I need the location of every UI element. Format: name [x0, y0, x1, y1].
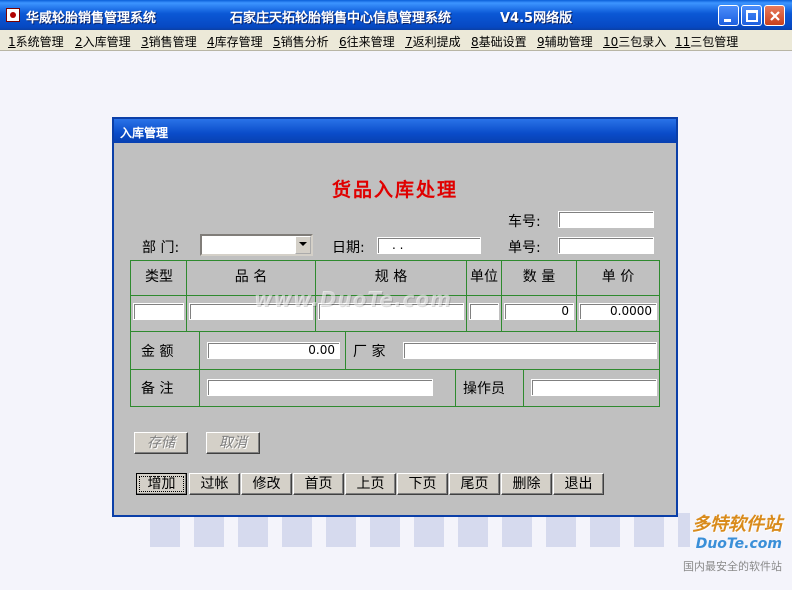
dialog-titlebar[interactable]: 入库管理: [114, 119, 676, 143]
post-button[interactable]: 过帐: [189, 473, 240, 495]
menu-item-rebate[interactable]: 7返利提成: [405, 33, 461, 50]
last-page-button[interactable]: 尾页: [449, 473, 500, 495]
remark-field[interactable]: [207, 379, 433, 396]
delete-button[interactable]: 删除: [501, 473, 552, 495]
prev-page-button[interactable]: 上页: [345, 473, 396, 495]
first-page-button[interactable]: 首页: [293, 473, 344, 495]
dept-label: 部 门:: [142, 240, 180, 256]
item-grid: 类型 品 名 规 格 单位 数 量 单 价 0 0.0000 金 额 0.00 …: [130, 260, 660, 407]
next-page-button[interactable]: 下页: [397, 473, 448, 495]
order-no-label: 单号:: [508, 240, 541, 256]
maker-label: 厂 家: [353, 344, 386, 360]
dept-select[interactable]: [200, 234, 313, 256]
amount-label: 金 额: [141, 344, 174, 360]
save-button[interactable]: 存储: [134, 432, 188, 454]
amount-field[interactable]: 0.00: [207, 342, 340, 359]
chevron-down-icon: [299, 242, 307, 246]
minimize-icon: [724, 19, 731, 22]
operator-field[interactable]: [531, 379, 657, 396]
col-header-qty: 数 量: [522, 269, 556, 285]
menu-item-stock-in[interactable]: 2入库管理: [75, 33, 131, 50]
duote-logo: 多特软件站 DuoTe.com 国内最安全的软件站: [683, 510, 782, 574]
remark-label: 备 注: [141, 381, 174, 397]
minimize-button[interactable]: [718, 5, 739, 26]
col-header-name: 品 名: [234, 269, 268, 285]
app-subtitle: 石家庄天拓轮胎销售中心信息管理系统: [230, 11, 452, 26]
maker-field[interactable]: [403, 342, 657, 359]
car-no-field[interactable]: [558, 211, 654, 228]
col-header-price: 单 价: [601, 269, 635, 285]
cancel-button[interactable]: 取消: [206, 432, 260, 454]
operator-label: 操作员: [463, 381, 505, 397]
type-cell[interactable]: [133, 303, 184, 320]
date-label: 日期:: [332, 240, 365, 256]
price-cell[interactable]: 0.0000: [579, 303, 657, 320]
menu-item-basic-settings[interactable]: 8基础设置: [471, 33, 527, 50]
menu-bar: 1系统管理 2入库管理 3销售管理 4库存管理 5销售分析 6往来管理 7返利提…: [0, 30, 792, 51]
menu-item-system[interactable]: 1系统管理: [8, 33, 64, 50]
edit-button[interactable]: 修改: [241, 473, 292, 495]
stock-in-dialog: 入库管理 货品入库处理 车号: 部 门: 日期: . . 单号: 类型 品 名 …: [112, 117, 678, 517]
menu-item-warranty-mgmt[interactable]: 11三包管理: [675, 33, 738, 50]
menu-item-accounts[interactable]: 6往来管理: [339, 33, 395, 50]
app-icon[interactable]: [6, 8, 20, 22]
exit-button[interactable]: 退出: [553, 473, 604, 495]
logo-slogan: 国内最安全的软件站: [683, 560, 782, 573]
car-no-label: 车号:: [508, 214, 541, 230]
col-header-spec: 规 格: [374, 269, 408, 285]
logo-brand: 多特软件站: [692, 514, 782, 535]
add-button[interactable]: 增加: [136, 473, 187, 495]
close-icon: [770, 11, 780, 21]
order-no-field[interactable]: [558, 237, 654, 254]
col-header-type: 类型: [145, 269, 173, 285]
unit-cell[interactable]: [469, 303, 499, 320]
menu-item-warranty-entry[interactable]: 10三包录入: [603, 33, 666, 50]
close-button[interactable]: [764, 5, 785, 26]
background-decoration: [150, 513, 690, 547]
maximize-icon: [746, 10, 758, 22]
maximize-button[interactable]: [741, 5, 762, 26]
qty-cell[interactable]: 0: [504, 303, 574, 320]
dialog-title: 入库管理: [120, 126, 169, 140]
menu-item-inventory[interactable]: 4库存管理: [207, 33, 263, 50]
main-titlebar: 华威轮胎销售管理系统 石家庄天拓轮胎销售中心信息管理系统 V4.5网络版: [0, 0, 792, 30]
menu-item-sales[interactable]: 3销售管理: [141, 33, 197, 50]
date-field[interactable]: . .: [377, 237, 481, 254]
col-header-unit: 单位: [470, 269, 498, 285]
menu-item-sales-analysis[interactable]: 5销售分析: [273, 33, 329, 50]
app-title: 华威轮胎销售管理系统: [26, 11, 157, 26]
site-watermark: www.DuoTe.com: [254, 287, 452, 311]
app-version: V4.5网络版: [500, 11, 573, 26]
dept-dropdown-button[interactable]: [295, 236, 311, 254]
menu-item-auxiliary[interactable]: 9辅助管理: [537, 33, 593, 50]
form-heading: 货品入库处理: [331, 179, 458, 201]
logo-url: DuoTe.com: [695, 536, 782, 552]
